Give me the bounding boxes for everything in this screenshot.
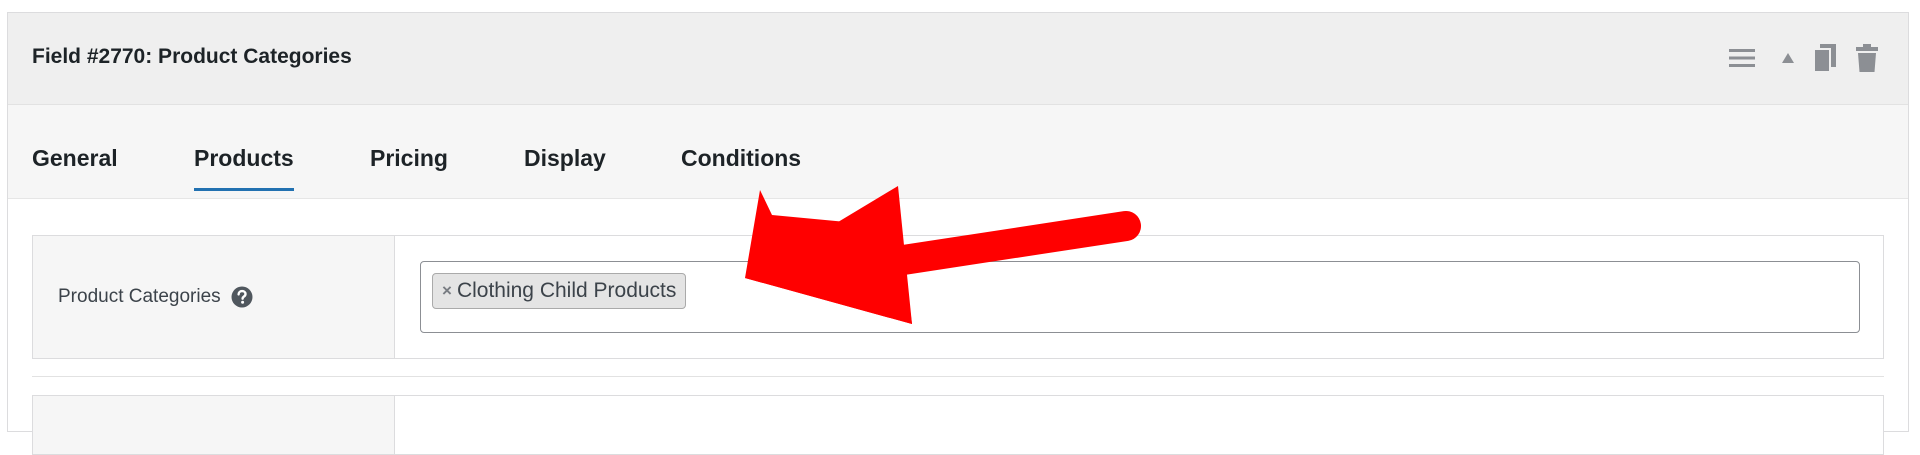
tab-products[interactable]: Products: [194, 145, 294, 191]
chip-label: Clothing Child Products: [456, 279, 677, 302]
header-actions: [1727, 43, 1880, 73]
tab-bar: General Products Pricing Display Conditi…: [8, 105, 1908, 199]
tab-pricing[interactable]: Pricing: [370, 145, 448, 172]
field-title: Field #2770: Product Categories: [32, 45, 352, 68]
product-categories-label: Product Categories: [58, 286, 253, 308]
selected-category-chip: × Clothing Child Products: [432, 273, 687, 309]
menu-icon[interactable]: [1727, 43, 1757, 73]
row-label-cell: Product Categories: [33, 236, 395, 358]
collapse-arrow-icon[interactable]: [1780, 43, 1796, 73]
trash-icon[interactable]: [1854, 43, 1880, 73]
tab-general[interactable]: General: [32, 145, 118, 172]
field-panel: Field #2770: Product Categories General …: [7, 12, 1909, 455]
row-separator: [32, 376, 1884, 377]
duplicate-icon[interactable]: [1812, 43, 1838, 73]
chip-remove-button[interactable]: ×: [442, 281, 452, 301]
next-settings-row: [32, 395, 1884, 455]
tab-conditions[interactable]: Conditions: [681, 145, 801, 172]
product-categories-label-text: Product Categories: [58, 286, 221, 307]
product-categories-select[interactable]: × Clothing Child Products: [420, 261, 1860, 333]
next-row-label-cell: [33, 396, 395, 454]
product-categories-row: Product Categories × Clothing Child Prod…: [32, 235, 1884, 359]
field-header: Field #2770: Product Categories: [8, 13, 1908, 105]
tab-display[interactable]: Display: [524, 145, 606, 172]
question-circle-icon[interactable]: [231, 286, 253, 308]
